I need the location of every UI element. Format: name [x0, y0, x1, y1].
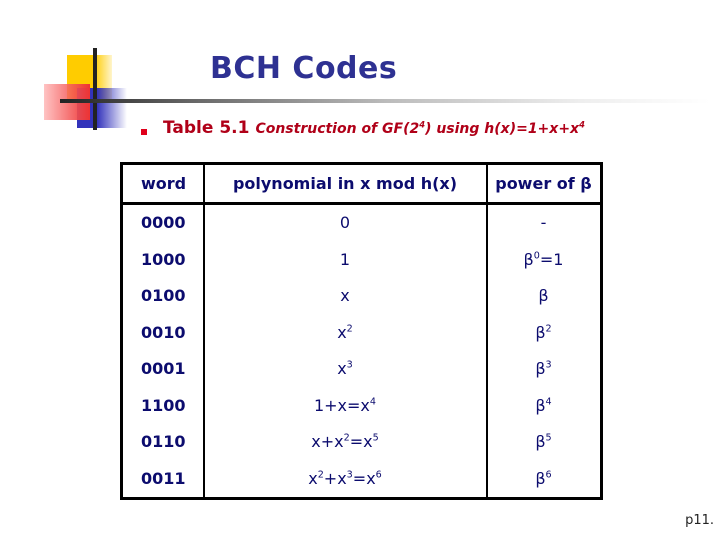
cell-polynomial: x2 — [203, 314, 488, 351]
table-label: Table 5.1 — [163, 118, 250, 138]
cell-word: 1100 — [121, 387, 205, 424]
cell-polynomial: 1+x=x4 — [203, 387, 488, 424]
bullet-icon — [141, 129, 147, 135]
cell-word: 0011 — [121, 460, 205, 498]
cell-polynomial: 0 — [203, 203, 488, 241]
cell-word: 0000 — [121, 203, 205, 241]
cell-power: β6 — [535, 468, 552, 488]
cell-word: 0100 — [121, 277, 205, 314]
cell-polynomial: x — [203, 277, 488, 314]
title-underline — [60, 99, 710, 103]
table-row: 0010 x2 β2 — [121, 314, 602, 351]
table-header-row: word polynomial in x mod h(x) power of β — [121, 163, 601, 205]
table-row: 1100 1+x=x4 β4 — [121, 387, 602, 424]
cell-polynomial: 1 — [203, 241, 488, 278]
cell-power: β — [538, 286, 549, 306]
table-row: 0100 x β — [121, 277, 602, 314]
cell-power: - — [540, 213, 547, 233]
cell-power: β2 — [535, 322, 552, 342]
cell-polynomial: x2+x3=x6 — [203, 460, 488, 498]
cell-power: β3 — [535, 359, 552, 379]
cell-power: β5 — [535, 432, 552, 452]
cell-word: 0110 — [121, 423, 205, 460]
table-caption: Table 5.1 Construction of GF(24) using h(… — [163, 118, 585, 138]
header-word: word — [121, 163, 205, 205]
slide-title: BCH Codes — [210, 51, 398, 86]
header-polynomial: polynomial in x mod h(x) — [203, 163, 488, 205]
cell-word: 0010 — [121, 314, 205, 351]
cell-power: β0=1 — [523, 249, 564, 269]
cell-word: 1000 — [121, 241, 205, 278]
table-row: 0011 x2+x3=x6 β6 — [121, 460, 602, 498]
decor-vertical-line — [93, 48, 97, 130]
header-power: power of β — [486, 163, 601, 205]
table-row: 0000 0 - — [121, 203, 602, 241]
cell-word: 0001 — [121, 350, 205, 387]
table-row: 1000 1 β0=1 — [121, 241, 602, 278]
cell-polynomial: x+x2=x5 — [203, 423, 488, 460]
gf-table: word polynomial in x mod h(x) power of β… — [120, 162, 603, 500]
table-caption-text: Construction of GF(24) using h(x)=1+x+x4 — [255, 119, 585, 137]
table-row: 0110 x+x2=x5 β5 — [121, 423, 602, 460]
table-row: 0001 x3 β3 — [121, 350, 602, 387]
cell-power: β4 — [535, 395, 552, 415]
cell-polynomial: x3 — [203, 350, 488, 387]
page-number: p11. — [685, 513, 714, 528]
